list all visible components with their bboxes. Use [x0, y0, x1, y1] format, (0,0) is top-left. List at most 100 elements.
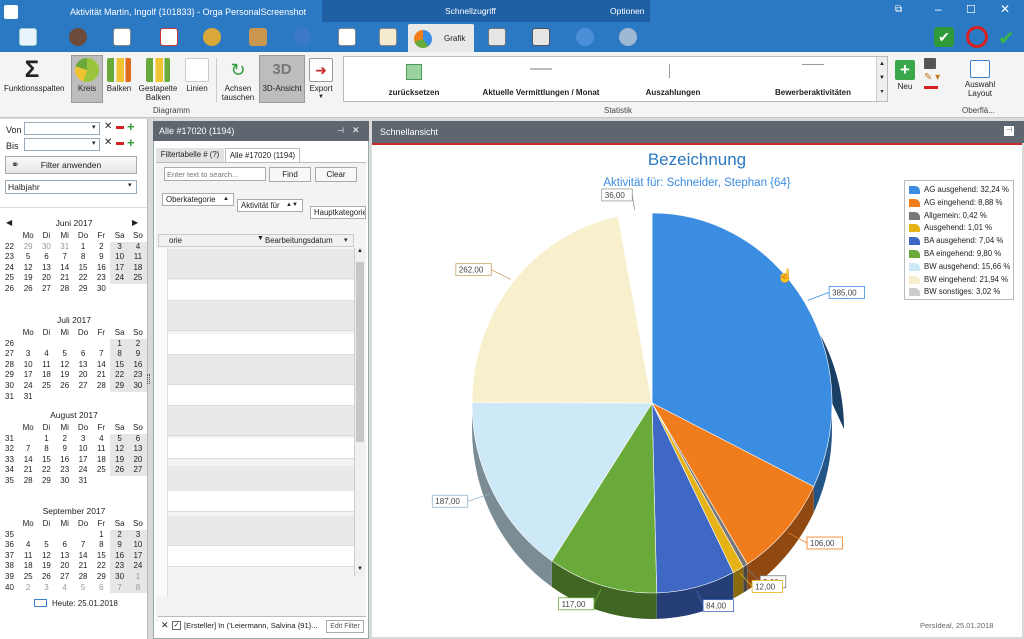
- calendar-day[interactable]: 4: [128, 241, 148, 253]
- calendar-day[interactable]: 11: [128, 252, 148, 263]
- von-dropdown-icon[interactable]: ▾: [92, 123, 96, 131]
- calendar-day[interactable]: 19: [19, 273, 37, 284]
- scroll-thumb[interactable]: [356, 262, 364, 442]
- calendar-day[interactable]: 13: [56, 551, 74, 562]
- save-icon[interactable]: [924, 58, 936, 69]
- calendar-day[interactable]: 8: [74, 252, 92, 263]
- splitter-handle[interactable]: [147, 374, 150, 384]
- filter-apply-button[interactable]: ⚭ Filter anwenden: [5, 156, 137, 174]
- edit-filter-button[interactable]: Edit Filter: [326, 620, 364, 633]
- calendar-day[interactable]: 2: [110, 529, 129, 541]
- calendar-day[interactable]: 3: [19, 349, 37, 360]
- calendar-day[interactable]: 30: [110, 571, 129, 583]
- calendar-day[interactable]: 1: [92, 530, 110, 541]
- calendar-day[interactable]: 23: [110, 561, 129, 572]
- calendar-day[interactable]: 16: [56, 455, 74, 466]
- calendar-day[interactable]: 29: [74, 284, 92, 295]
- group-oberkategorie[interactable]: Oberkategorie ▲: [162, 193, 234, 206]
- table-row[interactable]: [168, 301, 354, 331]
- calendar-day[interactable]: 7: [74, 540, 92, 551]
- calendar-day[interactable]: 28: [56, 284, 74, 295]
- stat-item-vermittlungen[interactable]: Aktuelle Vermittlungen / Monat: [476, 64, 606, 97]
- calendar-day[interactable]: 11: [37, 360, 55, 371]
- calendar-day[interactable]: 24: [110, 273, 129, 284]
- tab-grafik[interactable]: Grafik: [408, 24, 474, 52]
- calendar-day[interactable]: 23: [56, 465, 74, 476]
- calendar-day[interactable]: 30: [56, 476, 74, 487]
- calendar-day[interactable]: 19: [37, 561, 55, 572]
- table-row[interactable]: [168, 438, 354, 459]
- balken-button[interactable]: Balken: [104, 56, 134, 100]
- calendar-day[interactable]: 8: [92, 540, 110, 551]
- bis-add-icon[interactable]: +: [127, 135, 135, 150]
- calendar-day[interactable]: 25: [19, 572, 37, 583]
- calendar-day[interactable]: 7: [92, 349, 110, 360]
- grid-search-input[interactable]: [164, 167, 266, 181]
- calendar-day[interactable]: 3: [37, 583, 55, 594]
- calendar-day[interactable]: 30: [128, 380, 148, 392]
- filter-close-icon[interactable]: ✕: [161, 620, 169, 631]
- calendar-day[interactable]: 2: [128, 338, 148, 350]
- calendar-day[interactable]: 5: [110, 433, 129, 445]
- calendar-day[interactable]: 31: [19, 392, 37, 403]
- calendar-day[interactable]: 16: [92, 263, 110, 274]
- person-module-icon[interactable]: [64, 24, 92, 50]
- calendar-day[interactable]: 28: [19, 476, 37, 487]
- printer-icon[interactable]: [527, 24, 555, 50]
- calendar-day[interactable]: 25: [92, 465, 110, 476]
- calendar-day[interactable]: 6: [56, 540, 74, 551]
- calendar-day[interactable]: 7: [56, 252, 74, 263]
- calendar-day[interactable]: 6: [128, 433, 148, 445]
- gestapelte-balken-button[interactable]: Gestapelte Balken: [136, 56, 180, 102]
- calendar-day[interactable]: 22: [92, 561, 110, 572]
- kreis-button[interactable]: Kreis: [71, 55, 103, 103]
- calendar-day[interactable]: 10: [19, 360, 37, 371]
- calendar-day[interactable]: 5: [37, 540, 55, 551]
- bis-input[interactable]: [24, 138, 100, 151]
- calendar-day[interactable]: 17: [128, 550, 148, 562]
- calendar-day[interactable]: 14: [92, 360, 110, 371]
- calendar-day[interactable]: 4: [92, 434, 110, 445]
- calendar-day[interactable]: 5: [74, 583, 92, 594]
- calendar-day[interactable]: 20: [128, 454, 148, 466]
- calendar-day[interactable]: 24: [19, 381, 37, 392]
- calendar-day[interactable]: 24: [128, 561, 148, 572]
- calendar-day[interactable]: 9: [56, 444, 74, 455]
- panel-close-icon[interactable]: ✕: [352, 125, 360, 136]
- grid-vertical-scrollbar[interactable]: ▲ ▼: [354, 248, 365, 576]
- calendar-day[interactable]: 15: [74, 263, 92, 274]
- table-row[interactable]: [168, 516, 354, 546]
- calendar-day[interactable]: 27: [56, 572, 74, 583]
- achsen-tauschen-button[interactable]: ↻ Achsen tauschen: [218, 56, 258, 102]
- table-row[interactable]: [168, 355, 354, 385]
- calendar-day[interactable]: 8: [110, 349, 129, 360]
- calendar-doc-icon[interactable]: [374, 24, 402, 50]
- calendar-day[interactable]: 2: [92, 242, 110, 253]
- calendar-day[interactable]: 5: [19, 252, 37, 263]
- calendar-day[interactable]: 8: [128, 582, 148, 594]
- table-row[interactable]: [168, 546, 354, 567]
- calendar-day[interactable]: 29: [92, 572, 110, 583]
- calendar-day[interactable]: 12: [110, 444, 129, 455]
- calendar-day[interactable]: 27: [74, 381, 92, 392]
- bis-dropdown-icon[interactable]: ▾: [92, 139, 96, 147]
- tab-alle[interactable]: Alle #17020 (1194): [225, 148, 300, 162]
- bis-remove-icon[interactable]: [116, 142, 124, 145]
- calendar-day[interactable]: 3: [128, 529, 148, 541]
- pin-icon-right[interactable]: ⊣: [1004, 126, 1014, 136]
- calendar-day[interactable]: 1: [37, 434, 55, 445]
- restore-icon[interactable]: ⧉: [895, 4, 902, 15]
- calendar-day[interactable]: 17: [19, 370, 37, 381]
- table-row[interactable]: [168, 249, 354, 279]
- day-calendar-icon[interactable]: [108, 24, 136, 50]
- calendar-day[interactable]: 31: [74, 476, 92, 487]
- calendar-day[interactable]: 3: [74, 434, 92, 445]
- table-row[interactable]: [168, 406, 354, 436]
- calendar-day[interactable]: 14: [19, 455, 37, 466]
- calendar-day[interactable]: 22: [37, 465, 55, 476]
- calendar-day[interactable]: 15: [37, 455, 55, 466]
- calendar-day[interactable]: 11: [19, 551, 37, 562]
- calendar-day[interactable]: 31: [56, 242, 74, 253]
- calendar-day[interactable]: 2: [56, 434, 74, 445]
- calendar-day[interactable]: 2: [19, 583, 37, 594]
